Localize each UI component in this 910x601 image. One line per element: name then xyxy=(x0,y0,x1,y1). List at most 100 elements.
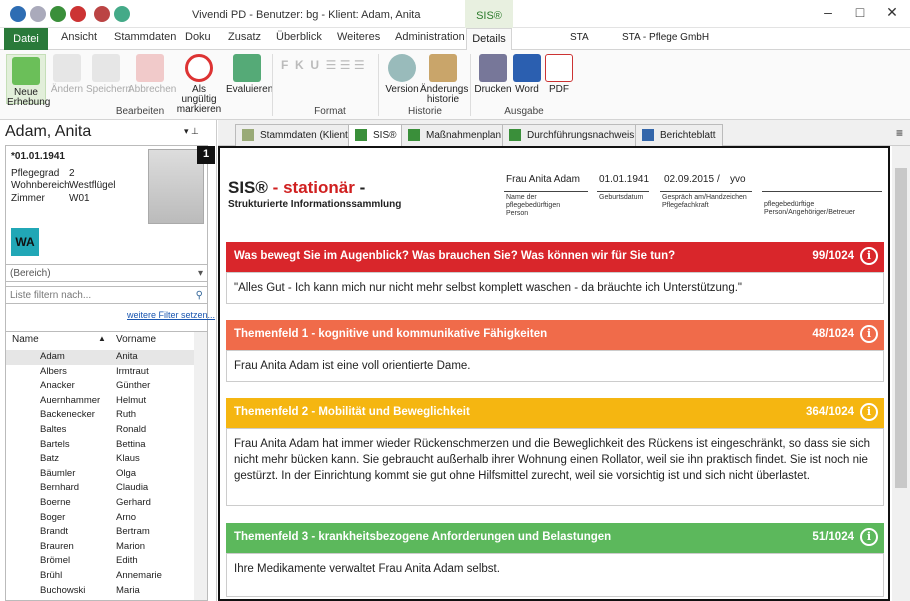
list-item[interactable]: Bernhard Claudia xyxy=(6,481,194,496)
search-icon[interactable] xyxy=(30,6,46,22)
list-item[interactable]: Buchowski Maria xyxy=(6,584,194,599)
group-ausgabe: Ausgabe xyxy=(504,106,544,117)
list-item[interactable]: Brömel Edith xyxy=(6,554,194,569)
cancel-button[interactable]: Abbrechen xyxy=(128,54,176,95)
list-item-vorname: Irmtraut xyxy=(116,365,149,377)
sta-name[interactable]: STA - Pflege GmbH xyxy=(622,32,709,43)
pdf-button[interactable]: PDF xyxy=(544,54,574,95)
tab-administration[interactable]: Administration xyxy=(395,31,465,43)
section-0-text[interactable]: "Alles Gut - Ich kann mich nur nicht meh… xyxy=(226,272,884,304)
main-scrollbar[interactable] xyxy=(892,146,910,601)
tab-menu-icon[interactable]: ≡ xyxy=(896,126,903,140)
person-label: Name der pflegebedürftigen Person xyxy=(506,194,561,217)
doctab-sis[interactable]: SIS® xyxy=(348,124,404,147)
callout-marker: 1 xyxy=(197,146,215,164)
list-item[interactable]: Auernhammer Helmut xyxy=(6,394,194,409)
list-item-vorname: Klaus xyxy=(116,453,140,465)
list-item[interactable]: Albers Irmtraut xyxy=(6,365,194,380)
list-item-name: Auernhammer xyxy=(40,394,101,406)
bereich-select[interactable]: (Bereich) ▾ xyxy=(5,264,208,282)
info-icon[interactable]: i xyxy=(860,247,878,265)
list-item[interactable]: Baltes Ronald xyxy=(6,423,194,438)
list-filter-input[interactable]: Liste filtern nach... ⚲ xyxy=(5,286,208,304)
pflegegrad-value: 2 xyxy=(69,168,75,179)
maximize-button[interactable]: □ xyxy=(848,4,872,24)
section-2-text[interactable]: Frau Anita Adam hat immer wieder Rückens… xyxy=(226,428,884,506)
sis-title: SIS® - stationär - xyxy=(228,178,366,197)
scrollbar-thumb[interactable] xyxy=(895,168,907,488)
context-tab-sis: SIS® xyxy=(465,0,513,30)
tab-weiteres[interactable]: Weiteres xyxy=(337,31,380,43)
section-1-text[interactable]: Frau Anita Adam ist eine voll orientiert… xyxy=(226,350,884,382)
window-title: Vivendi PD - Benutzer: bg - Klient: Adam… xyxy=(192,9,421,21)
tab-zusatz[interactable]: Zusatz xyxy=(228,31,261,43)
doctab-stammdaten[interactable]: Stammdaten (Klient) xyxy=(235,124,359,146)
pflegegrad-label: Pflegegrad xyxy=(11,168,60,179)
tab-doku[interactable]: Doku xyxy=(185,31,211,43)
birth-value[interactable]: 01.01.1941 xyxy=(599,174,649,185)
minimize-button[interactable]: – xyxy=(816,4,840,24)
client-name-heading: Adam, Anita xyxy=(5,123,92,140)
print-button[interactable]: Drucken xyxy=(474,54,512,95)
add-icon[interactable] xyxy=(70,6,86,22)
user-icon[interactable] xyxy=(94,6,110,22)
person-value[interactable]: Frau Anita Adam xyxy=(506,174,580,185)
info-icon[interactable]: i xyxy=(860,403,878,421)
client-pane: Adam, Anita ▾ ⊥ *01.01.1941 Pflegegrad 2… xyxy=(0,120,217,601)
pane-menu-icon[interactable]: ▾ ⊥ xyxy=(184,126,199,137)
history-button[interactable]: Änderungs historie xyxy=(420,54,468,105)
save-button[interactable]: Speichern xyxy=(86,54,131,95)
doctab-durchfuehrung[interactable]: Durchführungsnachweis xyxy=(502,124,642,146)
info-icon[interactable]: i xyxy=(860,325,878,343)
list-item[interactable]: Adam Anita xyxy=(6,350,194,365)
list-item[interactable]: Boger Arno xyxy=(6,511,194,526)
list-item[interactable]: Boerne Gerhard xyxy=(6,496,194,511)
more-filters-link[interactable]: weitere Filter setzen... xyxy=(127,310,215,320)
sign-value[interactable]: yvo xyxy=(730,174,746,185)
list-item[interactable]: Brauren Marion xyxy=(6,540,194,555)
edit-button[interactable]: Ändern xyxy=(50,54,84,95)
list-item-vorname: Marion xyxy=(116,540,146,552)
list-item[interactable]: Backenecker Ruth xyxy=(6,408,194,423)
word-button[interactable]: Word xyxy=(512,54,542,95)
list-item[interactable]: Brühl Annemarie xyxy=(6,569,194,584)
list-item-vorname: Edith xyxy=(116,555,138,567)
info-icon[interactable]: i xyxy=(860,528,878,546)
close-button[interactable]: ✕ xyxy=(880,4,904,24)
wohnbereich-label: Wohnbereich xyxy=(11,180,70,191)
tab-ansicht[interactable]: Ansicht xyxy=(61,31,97,43)
section-3-count: 51/1024 xyxy=(812,531,854,543)
list-item-name: Brühl xyxy=(40,570,63,581)
doctab-berichteblatt[interactable]: Berichteblatt xyxy=(635,124,723,146)
zimmer-value: W01 xyxy=(69,193,90,204)
list-item-name: Brömel xyxy=(40,555,71,567)
tab-details[interactable]: Details xyxy=(466,28,512,51)
list-item-vorname: Ronald xyxy=(116,424,147,435)
list-scrollbar[interactable] xyxy=(194,332,207,600)
new-assessment-button[interactable]: Neue Erhebung xyxy=(6,54,50,108)
list-item[interactable]: Brandt Bertram xyxy=(6,525,194,540)
list-item[interactable]: Bäumler Olga xyxy=(6,467,194,482)
globe-icon[interactable] xyxy=(50,6,66,22)
list-item-vorname: Anita xyxy=(116,351,138,362)
tab-ueberblick[interactable]: Überblick xyxy=(276,31,322,43)
tab-datei[interactable]: Datei xyxy=(4,28,48,50)
date-value[interactable]: 02.09.2015 xyxy=(664,174,714,185)
list-item[interactable]: Bartels Bettina xyxy=(6,438,194,453)
version-button[interactable]: Version xyxy=(384,54,420,95)
list-item[interactable]: Batz Klaus xyxy=(6,452,194,467)
group-format: Format xyxy=(314,106,346,117)
evaluate-button[interactable]: Evaluieren xyxy=(226,54,273,95)
chevron-down-icon: ▾ xyxy=(197,268,203,279)
section-3-text[interactable]: Ihre Medikamente verwaltet Frau Anita Ad… xyxy=(226,553,884,597)
word-icon xyxy=(513,54,541,82)
client-list[interactable]: Name ▲ Vorname Adam Anita Albers Irmtraut An… xyxy=(5,331,208,601)
doctab-massnahmenplan[interactable]: Maßnahmenplan xyxy=(401,124,509,146)
list-item-vorname: Arno xyxy=(116,511,137,523)
tools-icon[interactable] xyxy=(114,6,130,22)
list-item[interactable]: Anacker Günther xyxy=(6,379,194,394)
mark-invalid-button[interactable]: Als ungültig markieren xyxy=(174,54,224,115)
col-vorname-header[interactable]: Vorname xyxy=(116,334,156,345)
col-name-header[interactable]: Name xyxy=(12,334,39,345)
tab-stammdaten[interactable]: Stammdaten xyxy=(114,31,176,43)
